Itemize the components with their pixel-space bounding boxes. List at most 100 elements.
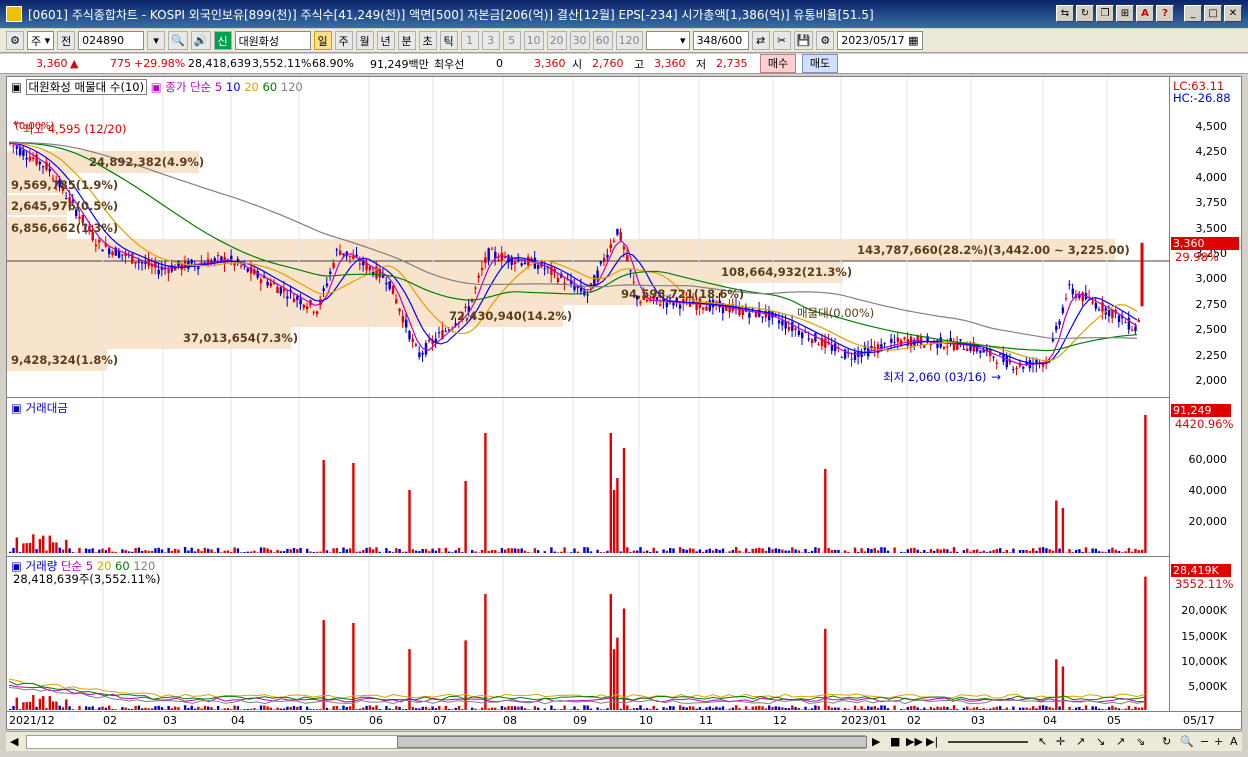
amount-bar <box>876 550 880 553</box>
amount-bar <box>870 549 873 553</box>
auto-scale-icon[interactable]: A <box>1230 735 1238 748</box>
period-month[interactable]: 월 <box>355 31 374 50</box>
pin-icon[interactable]: ⊞ <box>1116 5 1134 22</box>
zoom-plus-icon[interactable]: + <box>1214 735 1223 748</box>
chart-canvas[interactable]: ←→ <box>7 77 1243 713</box>
amount-bar <box>233 547 236 553</box>
sell-button[interactable]: 매도 <box>802 54 838 73</box>
amount-bar <box>576 551 579 553</box>
volume-bar <box>893 705 896 710</box>
x-tick-label: 05 <box>299 714 313 727</box>
interval-3[interactable]: 3 <box>481 31 500 50</box>
scroll-bar[interactable]: ◀ ▶ ■ ▶▶ ▶| ↖ ✛ ↗ ↘ ↗ ⇘ ↻ 🔍 − + A <box>6 731 1242 751</box>
zoom-out-icon[interactable]: 🔍 <box>1180 735 1194 748</box>
amount-bar <box>236 548 240 553</box>
amount-bar <box>447 551 451 553</box>
interval-120[interactable]: 120 <box>615 31 643 50</box>
search-icon[interactable]: ▾ <box>147 31 166 50</box>
volume-bar <box>662 707 665 710</box>
volume-bar <box>771 707 774 710</box>
tools-icon[interactable]: ✂ <box>772 31 791 50</box>
volume-bar <box>68 706 71 710</box>
amount-bar <box>312 552 315 553</box>
period-day[interactable]: 일 <box>313 31 332 50</box>
trend-tool-icon[interactable]: ↗ <box>1116 735 1125 748</box>
refresh-chart-icon[interactable]: ↻ <box>1162 735 1171 748</box>
amount-bar <box>438 548 441 553</box>
font-icon[interactable]: A <box>1136 5 1154 22</box>
close-button[interactable]: ✕ <box>1224 5 1242 22</box>
gear-icon[interactable]: ⚙ <box>816 31 835 50</box>
amount-bar <box>441 552 444 553</box>
fast-forward-icon[interactable]: ▶▶ <box>906 735 923 748</box>
interval-30[interactable]: 30 <box>569 31 590 50</box>
volume-bar <box>1055 659 1058 710</box>
search-button[interactable]: 🔍 <box>168 31 188 50</box>
refresh-icon[interactable]: ↻ <box>1076 5 1094 22</box>
change-rate: +29.98% <box>134 57 186 70</box>
volume-bar <box>256 709 259 710</box>
buy-button[interactable]: 매수 <box>760 54 796 73</box>
date-field[interactable]: 2023/05/17 ▦ <box>837 31 923 50</box>
amount-bar <box>471 550 474 553</box>
amount-bar <box>68 548 71 553</box>
chart-area[interactable]: ← → ▣ 대원화성 매물대 수(10) ▣ 종가 단순 5 10 20 60 1… <box>6 76 1243 713</box>
x-tick-label: 05 <box>1107 714 1121 727</box>
period-week[interactable]: 주 <box>334 31 353 50</box>
end-icon[interactable]: ▶| <box>926 735 938 748</box>
arrow-tool-icon[interactable]: ⇘ <box>1136 735 1145 748</box>
zoom-slider[interactable] <box>948 740 1028 743</box>
draw-tool-icon[interactable]: ↘ <box>1096 735 1105 748</box>
volume-bar <box>9 708 12 710</box>
amount-bar <box>1068 549 1071 553</box>
interval-1[interactable]: 1 <box>460 31 479 50</box>
candle-body <box>240 265 243 267</box>
volume-bar <box>711 708 715 710</box>
amount-bar <box>520 548 523 553</box>
maximize-button[interactable]: □ <box>1204 5 1222 22</box>
amount-bar <box>461 552 464 553</box>
line-tool-icon[interactable]: ↗ <box>1076 735 1085 748</box>
amount-bar <box>88 549 91 553</box>
window-icon[interactable]: ❐ <box>1096 5 1114 22</box>
play-icon[interactable]: ▶ <box>872 735 880 748</box>
amount-bar <box>824 469 827 553</box>
market-select[interactable]: 주 ▾ <box>27 31 55 50</box>
help-icon[interactable]: ? <box>1156 5 1174 22</box>
period-second[interactable]: 초 <box>418 31 437 50</box>
amount-bar <box>1002 551 1005 553</box>
candle-body <box>962 348 966 350</box>
period-year[interactable]: 년 <box>376 31 395 50</box>
volume-bar <box>847 709 850 710</box>
cursor-icon[interactable]: ↖ <box>1038 735 1047 748</box>
prefix-button[interactable]: 전 <box>57 31 76 50</box>
crosshair-icon[interactable]: ✛ <box>1056 735 1065 748</box>
minimize-button[interactable]: _ <box>1184 5 1202 22</box>
scroll-left-icon[interactable]: ◀ <box>10 735 18 748</box>
candle-body <box>1065 297 1068 299</box>
x-tick-label: 02 <box>103 714 117 727</box>
stop-icon[interactable]: ■ <box>890 735 900 748</box>
link-icon[interactable]: ⇆ <box>1056 5 1074 22</box>
interval-custom[interactable]: ▾ <box>645 31 690 50</box>
save-icon[interactable]: 💾 <box>793 31 814 50</box>
zoom-minus-icon[interactable]: − <box>1200 735 1209 748</box>
interval-20[interactable]: 20 <box>546 31 567 50</box>
interval-5[interactable]: 5 <box>502 31 521 50</box>
stock-name-field[interactable]: 대원화성 <box>234 31 311 50</box>
scroll-thumb[interactable] <box>397 736 867 748</box>
volume-bar <box>484 594 487 710</box>
period-minute[interactable]: 분 <box>397 31 416 50</box>
settings-icon[interactable]: ⚙ <box>6 31 24 50</box>
chart-type-icon[interactable]: ⇄ <box>751 31 770 50</box>
count-field[interactable]: 348/600 <box>692 31 749 50</box>
stock-code-input[interactable]: 024890 <box>78 31 145 50</box>
volume-bar <box>810 708 814 710</box>
period-tick[interactable]: 틱 <box>439 31 458 50</box>
speaker-icon[interactable]: 🔊 <box>190 31 211 50</box>
interval-60[interactable]: 60 <box>592 31 613 50</box>
interval-10[interactable]: 10 <box>523 31 544 50</box>
scroll-track[interactable] <box>26 735 867 749</box>
volume-bar <box>12 705 15 710</box>
x-tick-label: 2021/12 <box>9 714 55 727</box>
